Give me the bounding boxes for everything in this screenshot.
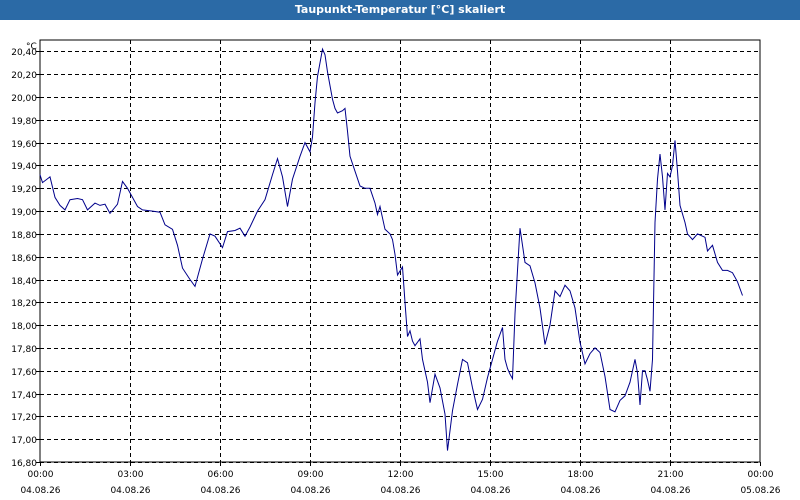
y-tick-label: 20,40 — [11, 48, 37, 58]
x-tick-time-label: 15:00 — [478, 470, 504, 480]
y-tick-label: 19,40 — [11, 162, 37, 172]
line-chart: °C 16,8017,0017,2017,4017,6017,8018,0018… — [11, 39, 781, 496]
x-tick-time-label: 18:00 — [568, 470, 594, 480]
y-tick-label: 17,20 — [11, 413, 37, 423]
y-tick-label: 19,00 — [11, 208, 37, 218]
y-tick-label: 17,00 — [11, 436, 37, 446]
y-tick-label: 18,60 — [11, 254, 37, 264]
y-tick-label: 19,60 — [11, 140, 37, 150]
x-tick-date-label: 04.08.26 — [470, 486, 510, 496]
x-tick-time-label: 03:00 — [118, 470, 144, 480]
y-tick-label: 17,40 — [11, 391, 37, 401]
x-tick-date-label: 04.08.26 — [380, 486, 420, 496]
y-tick-label: 18,20 — [11, 299, 37, 309]
x-tick-date-label: 04.08.26 — [560, 486, 600, 496]
x-tick-date-label: 04.08.26 — [20, 486, 60, 496]
x-tick-date-label: 04.08.26 — [200, 486, 240, 496]
x-tick-time-label: 00:00 — [28, 470, 54, 480]
y-tick-label: 16,80 — [11, 459, 37, 469]
y-tick-label: 18,40 — [11, 277, 37, 287]
y-tick-label: 20,00 — [11, 94, 37, 104]
x-tick-date-label: 05.08.26 — [740, 486, 780, 496]
x-tick-time-label: 09:00 — [298, 470, 324, 480]
y-tick-label: 19,80 — [11, 117, 37, 127]
x-tick-date-label: 04.08.26 — [650, 486, 690, 496]
x-tick-time-label: 06:00 — [208, 470, 234, 480]
y-tick-label: 17,80 — [11, 345, 37, 355]
x-tick-date-label: 04.08.26 — [110, 486, 150, 496]
y-tick-label: 17,60 — [11, 368, 37, 378]
x-tick-time-label: 12:00 — [388, 470, 414, 480]
x-tick-time-label: 00:00 — [748, 470, 774, 480]
y-tick-label: 20,20 — [11, 71, 37, 81]
y-tick-label: 18,80 — [11, 231, 37, 241]
y-tick-label: 18,00 — [11, 322, 37, 332]
y-tick-label: 19,20 — [11, 185, 37, 195]
x-tick-date-label: 04.08.26 — [290, 486, 330, 496]
x-tick-time-label: 21:00 — [658, 470, 684, 480]
